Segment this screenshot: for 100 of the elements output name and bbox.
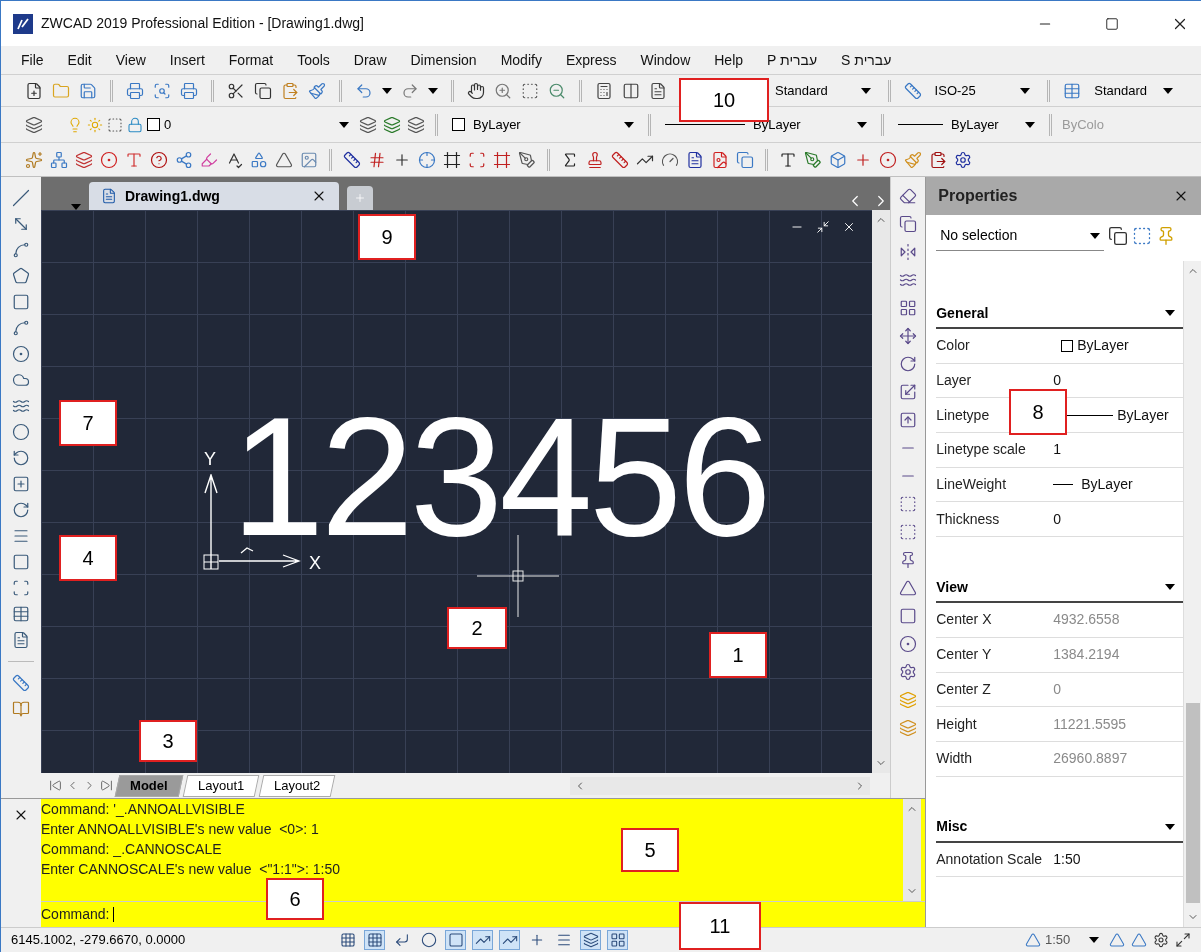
- copy-icon[interactable]: [899, 215, 918, 233]
- zoom-window-icon[interactable]: [521, 81, 539, 100]
- menu-item[interactable]: Help: [702, 49, 756, 71]
- scroll-thumb[interactable]: [1185, 703, 1200, 903]
- crosshair-icon[interactable]: [418, 150, 436, 169]
- zoom-out-icon[interactable]: [548, 81, 566, 100]
- dimension-style-dropdown[interactable]: ISO-25: [930, 78, 1035, 103]
- pen-icon[interactable]: [518, 150, 536, 169]
- text-icon[interactable]: [779, 150, 797, 169]
- ray-icon[interactable]: [12, 215, 30, 233]
- file-icon[interactable]: [686, 150, 704, 169]
- text-style-dropdown[interactable]: Standard: [771, 78, 875, 103]
- clipboard-icon[interactable]: [929, 150, 947, 169]
- quick-properties-icon[interactable]: [607, 930, 628, 950]
- object-snap-icon[interactable]: [445, 930, 466, 950]
- eraser-icon[interactable]: [899, 187, 918, 205]
- image-icon[interactable]: [300, 150, 318, 169]
- layer-manager-icon[interactable]: [25, 115, 43, 134]
- maximize-icon[interactable]: [1105, 16, 1119, 31]
- rectangle-icon[interactable]: [12, 293, 30, 311]
- gauge-icon[interactable]: [661, 150, 679, 169]
- menu-item[interactable]: Format: [216, 49, 286, 71]
- menu-item[interactable]: Express: [553, 49, 629, 71]
- ruler-icon[interactable]: [12, 674, 30, 692]
- redo-icon[interactable]: [401, 81, 419, 100]
- dimension-icon[interactable]: [343, 150, 361, 169]
- help-icon[interactable]: [150, 150, 168, 169]
- text-icon[interactable]: [12, 631, 30, 649]
- menu-item[interactable]: Dimension: [398, 49, 489, 71]
- last-icon[interactable]: [100, 779, 113, 792]
- menu-item[interactable]: Window: [628, 49, 703, 71]
- gear-icon[interactable]: [954, 150, 972, 169]
- wave-icon[interactable]: [12, 397, 30, 415]
- dimension-style-icon[interactable]: [903, 81, 922, 100]
- layer-icon[interactable]: [383, 115, 401, 134]
- frame-icon[interactable]: [443, 150, 461, 169]
- menu-item[interactable]: Edit: [55, 49, 104, 71]
- color-dropdown[interactable]: ByLayer: [448, 112, 638, 137]
- annotation-scale[interactable]: 1:50: [1041, 930, 1089, 950]
- highlighter-icon[interactable]: [200, 150, 218, 169]
- paste-icon[interactable]: [281, 81, 299, 100]
- scissors-icon[interactable]: [227, 81, 245, 100]
- select-all-icon[interactable]: [1108, 226, 1129, 246]
- preview-icon[interactable]: [153, 81, 171, 100]
- copy-icon[interactable]: [254, 81, 272, 100]
- columns-icon[interactable]: [622, 81, 640, 100]
- line-icon[interactable]: [12, 189, 30, 207]
- document-tab[interactable]: Drawing1.dwg: [89, 182, 339, 210]
- undo-icon[interactable]: [355, 81, 373, 100]
- circle-icon[interactable]: [12, 345, 30, 363]
- scan-icon[interactable]: [468, 150, 486, 169]
- selection-dropdown[interactable]: No selection: [936, 221, 1105, 251]
- layer-icon[interactable]: [359, 115, 377, 134]
- menu-item[interactable]: Insert: [157, 49, 217, 71]
- table-style-dropdown[interactable]: Standard: [1090, 78, 1177, 103]
- layer-icon[interactable]: [407, 115, 425, 134]
- menu-item[interactable]: View: [103, 49, 158, 71]
- ruler-icon[interactable]: [611, 150, 629, 169]
- new-file-icon[interactable]: [25, 81, 43, 100]
- scale-icon[interactable]: [899, 383, 918, 401]
- lineweight-dropdown[interactable]: ByLayer: [894, 112, 1039, 137]
- pen-icon[interactable]: [804, 150, 822, 169]
- book-icon[interactable]: [12, 700, 30, 718]
- annotation-icon[interactable]: [1131, 932, 1147, 948]
- draw-order-icon[interactable]: [899, 719, 918, 737]
- first-icon[interactable]: [49, 779, 62, 792]
- restore-icon[interactable]: [816, 220, 831, 234]
- stack-icon[interactable]: [75, 150, 93, 169]
- pentagon-icon[interactable]: [12, 267, 30, 285]
- letter-icon[interactable]: [125, 150, 143, 169]
- annotation-icon[interactable]: [1109, 932, 1125, 948]
- menu-item[interactable]: P עברית: [755, 49, 830, 71]
- vertical-scrollbar[interactable]: [1183, 261, 1201, 927]
- brush-icon[interactable]: [308, 81, 326, 100]
- shapes-icon[interactable]: [250, 150, 268, 169]
- document-icon[interactable]: [649, 81, 667, 100]
- menu-item[interactable]: Modify: [488, 49, 554, 71]
- rotate-icon[interactable]: [899, 355, 918, 373]
- quick-select-icon[interactable]: [1132, 226, 1153, 246]
- layer-dropdown[interactable]: 0: [63, 112, 353, 137]
- printer-icon[interactable]: [180, 81, 198, 100]
- ellipse-icon[interactable]: [12, 423, 30, 441]
- menu-item[interactable]: Tools: [285, 49, 342, 71]
- box-icon[interactable]: [829, 150, 847, 169]
- menu-item[interactable]: S עברית: [829, 49, 904, 71]
- brush-icon[interactable]: [904, 150, 922, 169]
- stretch-icon[interactable]: [899, 411, 918, 429]
- calculator-icon[interactable]: [595, 81, 613, 100]
- break-icon[interactable]: [899, 495, 918, 513]
- mirror-icon[interactable]: [899, 243, 918, 261]
- number-icon[interactable]: [368, 150, 386, 169]
- rotate-icon[interactable]: [12, 501, 30, 519]
- hand-icon[interactable]: [467, 81, 485, 100]
- link-icon[interactable]: [175, 150, 193, 169]
- layout-tab[interactable]: Layout1: [182, 774, 260, 797]
- region-icon[interactable]: [12, 579, 30, 597]
- table-style-icon[interactable]: [1063, 81, 1082, 100]
- lock-icon[interactable]: [127, 116, 143, 133]
- triangle-icon[interactable]: [275, 150, 293, 169]
- move-icon[interactable]: [899, 327, 918, 345]
